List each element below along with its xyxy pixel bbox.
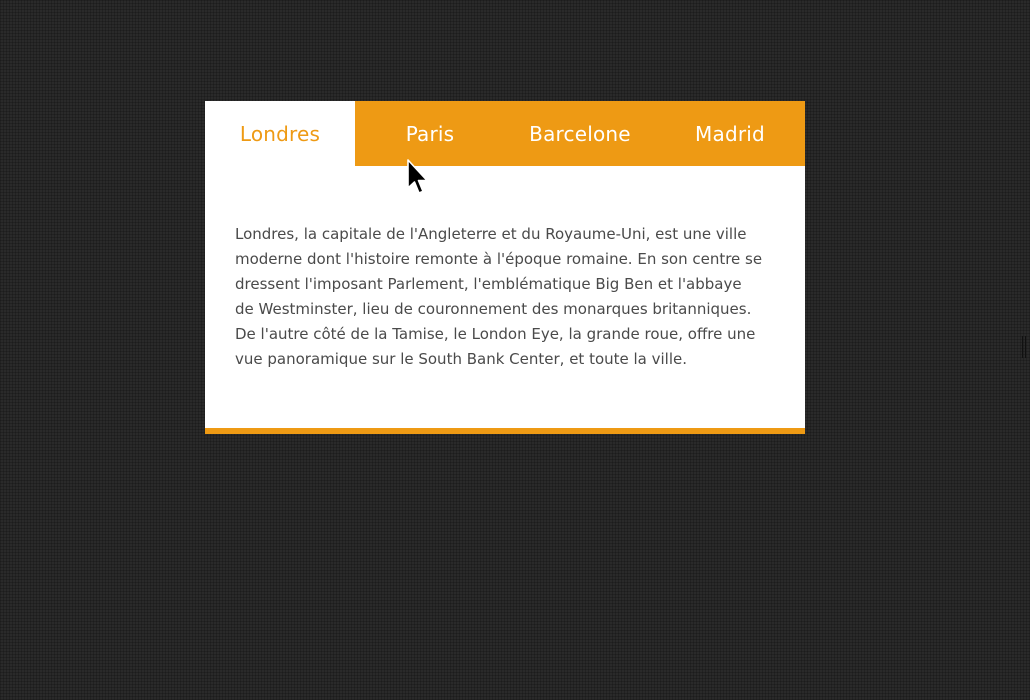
tab-panel-text: Londres, la capitale de l'Angleterre et … (235, 225, 763, 368)
tab-londres[interactable]: Londres (205, 101, 355, 166)
tab-panel: Londres, la capitale de l'Angleterre et … (205, 166, 805, 372)
tab-bar: Londres Paris Barcelone Madrid (205, 101, 805, 166)
city-tabs-widget: Londres Paris Barcelone Madrid Londres, … (205, 101, 805, 434)
tab-barcelone[interactable]: Barcelone (505, 101, 655, 166)
resize-handle-icon[interactable] (1022, 336, 1028, 358)
mouse-pointer-icon (407, 159, 428, 194)
tab-paris[interactable]: Paris (355, 101, 505, 166)
tab-madrid[interactable]: Madrid (655, 101, 805, 166)
